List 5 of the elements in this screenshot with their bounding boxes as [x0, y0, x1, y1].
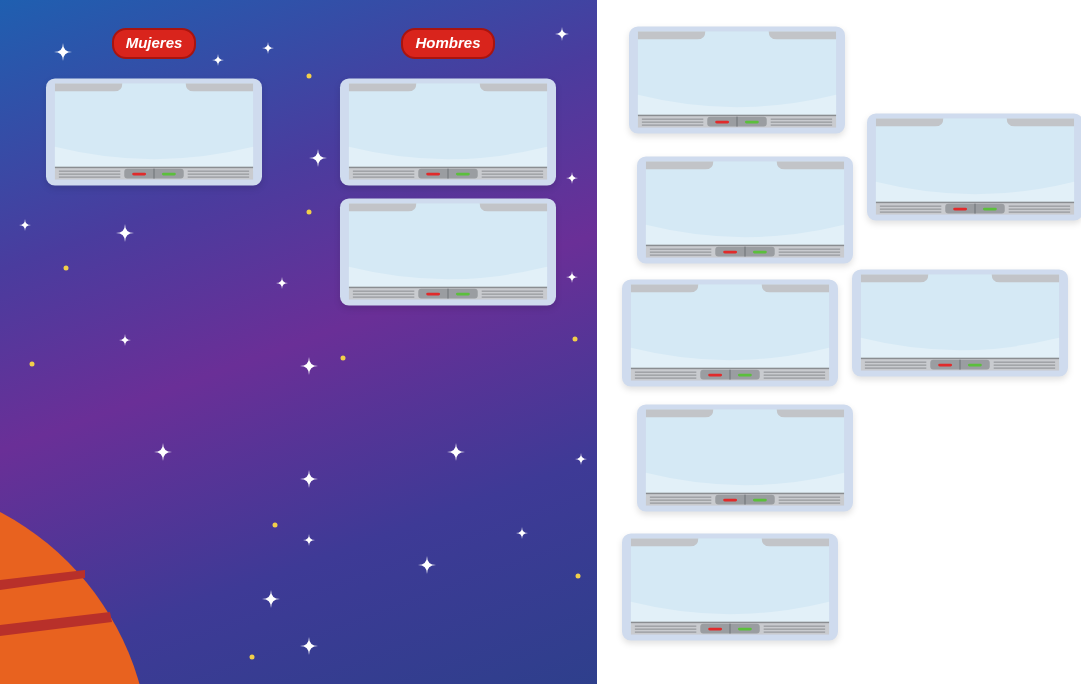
blank-card[interactable] [339, 76, 557, 187]
blank-card[interactable] [45, 76, 263, 187]
blank-card[interactable] [339, 196, 557, 307]
column-label: Hombres [401, 28, 495, 59]
column-label: Mujeres [111, 28, 197, 59]
